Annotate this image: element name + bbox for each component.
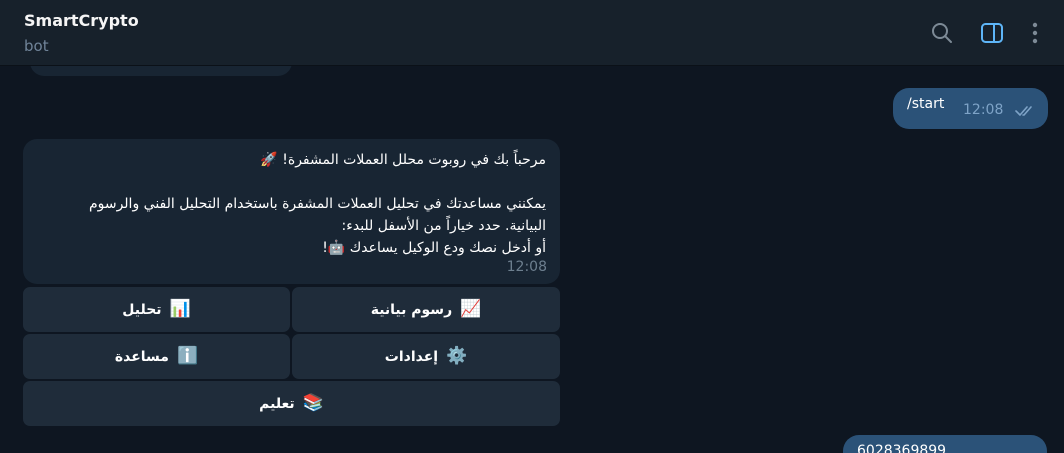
outgoing-message-partial[interactable]: 6028369899 — [843, 435, 1047, 453]
message-time: 12:08 — [506, 259, 547, 275]
more-vertical-icon[interactable] — [1022, 20, 1048, 46]
message-line — [36, 171, 546, 193]
message-text: مرحباً بك في روبوت محلل العملات المشفرة!… — [36, 149, 546, 259]
chart-up-icon: 📈 — [460, 299, 482, 319]
message-line: يمكنني مساعدتك في تحليل العملات المشفرة … — [88, 196, 546, 212]
previous-message-bubble — [30, 66, 292, 76]
message-list[interactable]: /start 12:08 مرحباً بك في روبوت محلل الع… — [0, 66, 1064, 453]
chat-header: SmartCrypto bot — [0, 0, 1064, 66]
message-line: مرحباً بك في روبوت محلل العملات المشفرة!… — [260, 152, 546, 168]
help-button[interactable]: ℹ️ مساعدة — [23, 334, 290, 379]
learn-button[interactable]: 📚 تعليم — [23, 381, 560, 426]
gear-icon: ⚙️ — [446, 346, 468, 366]
settings-button[interactable]: ⚙️ إعدادات — [292, 334, 560, 379]
message-line: أو أدخل نصك ودع الوكيل يساعدك 🤖! — [322, 240, 546, 256]
message-time: 12:08 — [963, 102, 1004, 118]
info-icon: ℹ️ — [176, 346, 199, 366]
chat-title[interactable]: SmartCrypto — [24, 11, 139, 30]
bot-command-link[interactable]: /start — [907, 96, 944, 112]
books-icon: 📚 — [302, 393, 324, 413]
incoming-welcome-message[interactable]: مرحباً بك في روبوت محلل العملات المشفرة!… — [23, 139, 560, 284]
analysis-button[interactable]: 📊 تحليل — [23, 287, 290, 332]
sidebar-toggle-icon[interactable] — [979, 20, 1005, 46]
search-icon[interactable] — [929, 20, 955, 46]
message-line: البيانية. حدد خياراً من الأسفل للبدء: — [341, 218, 546, 234]
analysis-button-label: تحليل — [122, 301, 162, 318]
learn-button-label: تعليم — [259, 395, 295, 412]
charts-button[interactable]: 📈 رسوم بيانية — [292, 287, 560, 332]
chat-subtitle: bot — [24, 37, 49, 55]
help-button-label: مساعدة — [114, 348, 169, 365]
settings-button-label: إعدادات — [384, 348, 439, 365]
outgoing-message-start[interactable]: /start 12:08 — [893, 88, 1048, 129]
double-check-icon — [1015, 103, 1035, 122]
charts-button-label: رسوم بيانية — [370, 301, 453, 318]
message-text: 6028369899 — [857, 443, 947, 453]
bar-chart-icon: 📊 — [169, 299, 191, 319]
